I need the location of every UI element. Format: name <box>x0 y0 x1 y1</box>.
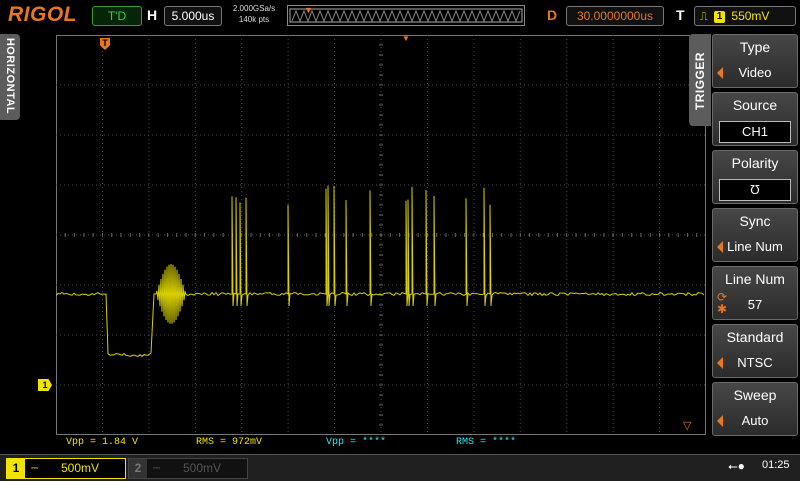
trigger-level-value: 550mV <box>731 9 769 23</box>
memory-overview-bar: ▼ <box>287 5 525 26</box>
horizontal-tab-label: HORIZONTAL <box>0 33 20 119</box>
trigger-label: T <box>676 7 685 23</box>
menu-line-num[interactable]: Line Num ⟳ ✱ 57 <box>712 266 798 320</box>
trigger-readout[interactable]: ⎍ 1 550mV <box>694 6 796 26</box>
ch2-number: 2 <box>129 459 147 478</box>
ch1-scale-indicator[interactable]: 1 ⎓ 500mV <box>6 458 126 479</box>
sample-rate-readout: 2.000GSa/s <box>229 3 279 14</box>
measurement-vpp-ch1: Vpp = 1.84 V <box>66 437 138 448</box>
timebase-readout[interactable]: 5.000us <box>164 6 222 26</box>
ch1-waveform-trace <box>56 186 704 357</box>
ch2-scale-value: 500mV <box>183 459 221 478</box>
menu-sweep[interactable]: Sweep Auto <box>712 382 798 436</box>
menu-line-num-value: 57 <box>719 295 791 315</box>
menu-type-title: Type <box>713 39 797 55</box>
delay-readout[interactable]: 30.0000000us <box>566 6 664 26</box>
menu-sweep-title: Sweep <box>713 387 797 403</box>
trigger-tab-label: TRIGGER <box>689 33 711 129</box>
ch1-ground-marker[interactable]: 1 <box>38 379 52 391</box>
ch1-coupling-icon: ⎓ <box>31 459 38 478</box>
menu-polarity[interactable]: Polarity Ʊ <box>712 150 798 204</box>
graticule-grid <box>56 35 706 435</box>
memory-trigger-marker-icon: ▼ <box>304 5 313 15</box>
run-state-indicator[interactable]: T'D <box>92 6 142 26</box>
menu-polarity-value: Ʊ <box>719 179 791 201</box>
menu-sweep-value: Auto <box>719 411 791 431</box>
menu-line-num-title: Line Num <box>713 271 797 287</box>
center-trigger-marker-icon: ▼ <box>402 34 410 43</box>
trigger-level-marker-icon: ▽ <box>683 419 691 432</box>
usb-icon: ⭠● <box>728 459 745 474</box>
menu-source-value: CH1 <box>719 121 791 143</box>
horizontal-label: H <box>147 7 157 23</box>
menu-polarity-title: Polarity <box>713 155 797 171</box>
memory-depth-readout: 140k pts <box>229 15 279 24</box>
menu-source[interactable]: Source CH1 <box>712 92 798 146</box>
menu-source-title: Source <box>713 97 797 113</box>
trigger-edge-icon: ⎍ <box>700 11 708 23</box>
ch1-number: 1 <box>7 459 25 478</box>
ch2-scale-indicator[interactable]: 2 ⎓ 500mV <box>128 458 248 479</box>
ch1-scale-value: 500mV <box>61 459 99 478</box>
measurement-vpp-2: Vpp = **** <box>326 437 386 448</box>
menu-type[interactable]: Type Video <box>712 34 798 88</box>
delay-label: D <box>547 7 557 23</box>
menu-standard-title: Standard <box>713 329 797 345</box>
menu-sync[interactable]: Sync Line Num <box>712 208 798 262</box>
menu-standard-value: NTSC <box>719 353 791 373</box>
menu-standard[interactable]: Standard NTSC <box>712 324 798 378</box>
system-clock: 01:25 <box>762 459 790 471</box>
ch2-coupling-icon: ⎓ <box>153 459 160 478</box>
menu-sync-title: Sync <box>713 213 797 229</box>
menu-type-value: Video <box>719 63 791 83</box>
waveform-svg <box>56 35 706 435</box>
menu-sync-value: Line Num <box>719 237 791 257</box>
measurement-rms-ch1: RMS = 972mV <box>196 437 262 448</box>
rigol-logo: RIGOL <box>8 3 77 27</box>
trigger-channel-badge: 1 <box>714 11 725 23</box>
waveform-display[interactable]: T ▼ ▽ <box>56 35 706 435</box>
measurement-rms-2: RMS = **** <box>456 437 516 448</box>
